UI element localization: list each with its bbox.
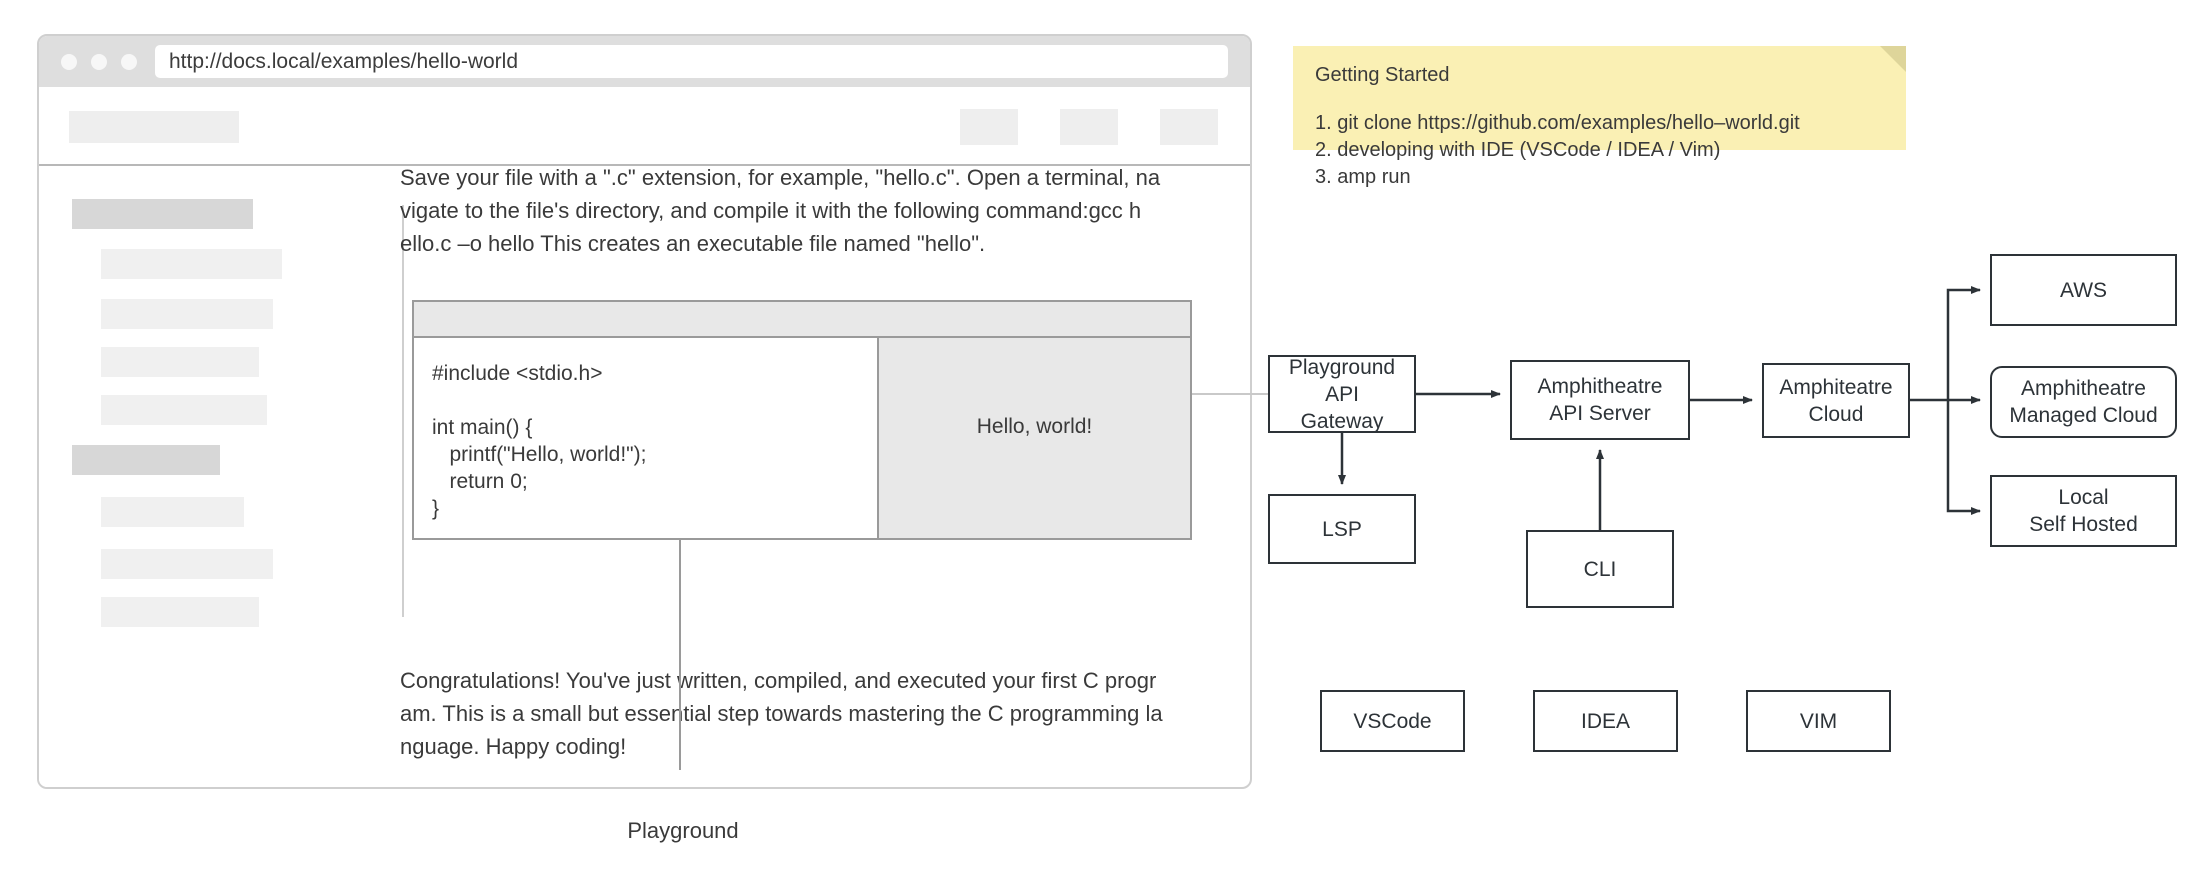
node-vim[interactable]: VIM [1746, 690, 1891, 752]
sidebar-item-6[interactable] [101, 549, 273, 579]
edge-cloud-to-aws [1910, 286, 1981, 402]
diagram-canvas: http://docs.local/examples/hello-world S… [0, 0, 2205, 883]
node-amphitheatre-api-server[interactable]: Amphitheatre API Server [1510, 360, 1690, 440]
toolbar-button-2[interactable] [1060, 109, 1118, 145]
sidebar-item-2[interactable] [101, 299, 273, 329]
toolbar-button-1[interactable] [960, 109, 1018, 145]
sticky-note-title: Getting Started [1315, 64, 1450, 86]
code-playground: #include <stdio.h> int main() { printf("… [412, 300, 1192, 540]
sidebar-item-7[interactable] [101, 597, 259, 627]
sidebar-item-3[interactable] [101, 347, 259, 377]
node-idea[interactable]: IDEA [1533, 690, 1678, 752]
sticky-note-fold-icon [1880, 46, 1906, 72]
code-playground-body: #include <stdio.h> int main() { printf("… [412, 338, 1192, 540]
sticky-note: Getting Started 1. git clone https://git… [1293, 46, 1906, 188]
maximize-dot-icon[interactable] [121, 53, 137, 70]
browser-titlebar: http://docs.local/examples/hello-world [39, 36, 1250, 87]
sticky-note-steps: 1. git clone https://github.com/examples… [1315, 112, 1800, 188]
toolbar-logo-placeholder[interactable] [69, 111, 239, 143]
node-cli[interactable]: CLI [1526, 530, 1674, 608]
code-editor[interactable]: #include <stdio.h> int main() { printf("… [414, 338, 879, 538]
node-lsp[interactable]: LSP [1268, 494, 1416, 564]
sidebar-item-5[interactable] [101, 497, 244, 527]
code-output-text: Hello, world! [976, 415, 1093, 438]
toolbar-button-3[interactable] [1160, 109, 1218, 145]
sidebar-section-header-1 [72, 199, 253, 229]
doc-closing-paragraph: Congratulations! You've just written, co… [400, 668, 1163, 759]
url-input[interactable]: http://docs.local/examples/hello-world [155, 45, 1228, 78]
node-vscode[interactable]: VSCode [1320, 690, 1465, 752]
browser-toolbar [39, 87, 1250, 166]
node-amphiteatre-cloud[interactable]: Amphiteatre Cloud [1762, 363, 1910, 438]
sidebar-section-header-2 [72, 445, 220, 475]
content-divider [402, 205, 404, 617]
sidebar-item-4[interactable] [101, 395, 267, 425]
playground-caption: Playground [627, 818, 739, 843]
close-dot-icon[interactable] [61, 53, 77, 70]
node-amphitheatre-managed-cloud[interactable]: Amphitheatre Managed Cloud [1990, 366, 2177, 438]
edge-cloud-to-local-self-hosted [1946, 400, 1981, 515]
sidebar [39, 167, 379, 787]
code-playground-header [412, 300, 1192, 338]
node-aws[interactable]: AWS [1990, 254, 2177, 326]
node-playground-api-gateway[interactable]: Playground API Gateway [1268, 355, 1416, 433]
minimize-dot-icon[interactable] [91, 53, 107, 70]
node-local-self-hosted[interactable]: Local Self Hosted [1990, 475, 2177, 547]
code-output-panel: Hello, world! [879, 338, 1190, 538]
doc-intro-paragraph: Save your file with a ".c" extension, fo… [400, 165, 1161, 256]
playground-leader-line [679, 540, 681, 770]
sidebar-item-1[interactable] [101, 249, 282, 279]
window-controls [61, 53, 137, 70]
